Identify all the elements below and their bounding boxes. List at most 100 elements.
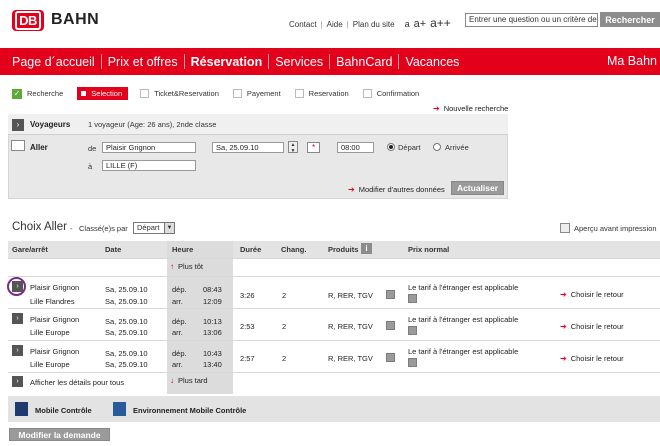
expand-all-icon[interactable]: › xyxy=(12,376,23,387)
link-plan-du-site[interactable]: Plan du site xyxy=(353,20,395,29)
new-search-link[interactable]: ➔ Nouvelle recherche xyxy=(433,104,508,113)
row2-arr: 13:06 xyxy=(203,328,222,337)
arrow-up-icon: ↑ xyxy=(170,262,174,271)
nav-services[interactable]: Services xyxy=(269,55,329,69)
info-icon[interactable]: i xyxy=(361,243,372,254)
th-chang: Chang. xyxy=(281,245,307,254)
envelope-icon[interactable] xyxy=(408,294,417,303)
calendar-icon[interactable]: * xyxy=(307,142,320,153)
voyageurs-value: 1 voyageur (Age: 26 ans), 2nde classe xyxy=(88,120,217,129)
expand-row-icon[interactable]: › xyxy=(12,313,23,324)
arrow-right-icon: ➔ xyxy=(560,322,567,331)
plus-tot-label: Plus tôt xyxy=(178,262,204,271)
step-label: Payement xyxy=(246,89,281,98)
separator: | xyxy=(320,20,323,29)
to-station-input[interactable]: LILLE (F) xyxy=(102,160,196,171)
empty-box-icon xyxy=(294,89,304,98)
row2-date1: Sa, 25.09.10 xyxy=(105,317,148,326)
nav-prix-offres[interactable]: Prix et offres xyxy=(102,55,184,69)
row1-duree: 3:26 xyxy=(240,291,255,300)
check-icon: ✓ xyxy=(12,88,22,99)
date-stepper[interactable]: ▲ ▼ xyxy=(288,141,298,154)
row1-choisir[interactable]: ➔ Choisir le retour xyxy=(560,290,624,299)
expand-row-icon[interactable]: › xyxy=(12,345,23,356)
row3-arr-label: arr. xyxy=(172,360,183,369)
brand-name: BAHN xyxy=(51,11,100,28)
nav-bahncard[interactable]: BahnCard xyxy=(330,55,398,69)
row1-dep-label: dép. xyxy=(172,285,187,294)
sort-value: Départ xyxy=(137,223,160,232)
step-confirmation: Confirmation xyxy=(362,89,419,98)
row3-to: Lille Europe xyxy=(30,360,70,369)
row3-dep: 10:43 xyxy=(203,349,222,358)
font-size-larger[interactable]: a+ xyxy=(414,18,427,30)
details-icon[interactable] xyxy=(386,321,395,330)
new-search-label: Nouvelle recherche xyxy=(443,104,509,113)
modifier-demande-button[interactable]: Modifier la demande xyxy=(9,428,110,441)
booking-steps: ✓ Recherche Selection Ticket&Reservation… xyxy=(12,87,433,100)
chevron-down-icon: ▼ xyxy=(164,223,174,233)
nav-accueil[interactable]: Page d´accueil xyxy=(0,55,101,69)
from-station-input[interactable]: Plaisir Grignon xyxy=(102,142,196,153)
db-logo[interactable]: DB xyxy=(12,10,44,31)
th-duree: Durée xyxy=(240,245,262,254)
row2-duree: 2:53 xyxy=(240,322,255,331)
row1-arr: 12:09 xyxy=(203,297,222,306)
bullet-icon xyxy=(81,91,87,96)
print-icon xyxy=(560,223,570,233)
edit-icon[interactable] xyxy=(11,140,25,151)
search-button[interactable]: Rechercher xyxy=(600,12,660,27)
apercu-link[interactable]: Aperçu avant impression xyxy=(560,223,657,233)
modifier-label: Modifier d'autres données xyxy=(358,185,445,194)
modifier-donnees-link[interactable]: ➔ Modifier d'autres données xyxy=(348,185,445,194)
row3-duree: 2:57 xyxy=(240,354,255,363)
step-recherche[interactable]: ✓ Recherche xyxy=(12,88,63,99)
row1-produits: R, RER, TGV xyxy=(328,291,373,300)
row2-choisir[interactable]: ➔ Choisir le retour xyxy=(560,322,624,331)
row-divider xyxy=(8,308,660,309)
row1-arr-label: arr. xyxy=(172,297,183,306)
details-icon[interactable] xyxy=(386,353,395,362)
afficher-details-link[interactable]: Afficher les détails pour tous xyxy=(30,378,124,387)
font-size-normal[interactable]: a xyxy=(405,19,410,29)
step-label: Ticket&Reservation xyxy=(154,89,219,98)
sort-select[interactable]: Départ ▼ xyxy=(133,222,175,234)
nav-ma-bahn[interactable]: Ma Bahn xyxy=(607,54,657,68)
row2-arr-label: arr. xyxy=(172,328,183,337)
row1-dep: 08:43 xyxy=(203,285,222,294)
plus-tard-link[interactable]: ↓ Plus tard xyxy=(170,376,208,385)
chevron-right-icon[interactable]: › xyxy=(12,119,24,131)
choisir-label: Choisir le retour xyxy=(570,354,624,363)
th-prix: Prix normal xyxy=(408,245,450,254)
apercu-label: Aperçu avant impression xyxy=(574,223,657,233)
date-input[interactable]: Sa, 25.09.10 xyxy=(212,142,284,153)
arrivee-radio[interactable] xyxy=(433,143,441,151)
link-aide[interactable]: Aide xyxy=(327,20,343,29)
depart-label: Départ xyxy=(398,143,421,152)
font-size-largest[interactable]: a++ xyxy=(430,16,451,30)
env-mobile-controle-link[interactable]: Environnement Mobile Contrôle xyxy=(133,406,246,415)
envelope-icon[interactable] xyxy=(408,358,417,367)
expand-row-icon[interactable]: › xyxy=(12,281,23,292)
row1-date2: Sa, 25.09.10 xyxy=(105,297,148,306)
site-search-input[interactable]: Entrer une question ou un critère de re xyxy=(465,13,598,27)
choix-aller-title: Choix Aller xyxy=(12,221,67,233)
depart-radio[interactable] xyxy=(387,143,395,151)
arrivee-label: Arrivée xyxy=(445,143,469,152)
row1-to: Lille Flandres xyxy=(30,297,75,306)
details-icon[interactable] xyxy=(386,290,395,299)
actualiser-button[interactable]: Actualiser xyxy=(451,181,504,195)
row1-date1: Sa, 25.09.10 xyxy=(105,285,148,294)
link-contact[interactable]: Contact xyxy=(289,20,317,29)
nav-reservation[interactable]: Réservation xyxy=(185,55,269,69)
de-label: de xyxy=(88,144,97,153)
row2-dep-label: dép. xyxy=(172,317,187,326)
th-heure: Heure xyxy=(172,245,194,254)
th-produits: Produits xyxy=(328,245,359,254)
row3-choisir[interactable]: ➔ Choisir le retour xyxy=(560,354,624,363)
mobile-controle-link[interactable]: Mobile Contrôle xyxy=(35,406,92,415)
nav-vacances[interactable]: Vacances xyxy=(399,55,465,69)
row1-from: Plaisir Grignon xyxy=(30,283,80,292)
envelope-icon[interactable] xyxy=(408,326,417,335)
time-input[interactable]: 08:00 xyxy=(337,142,374,153)
